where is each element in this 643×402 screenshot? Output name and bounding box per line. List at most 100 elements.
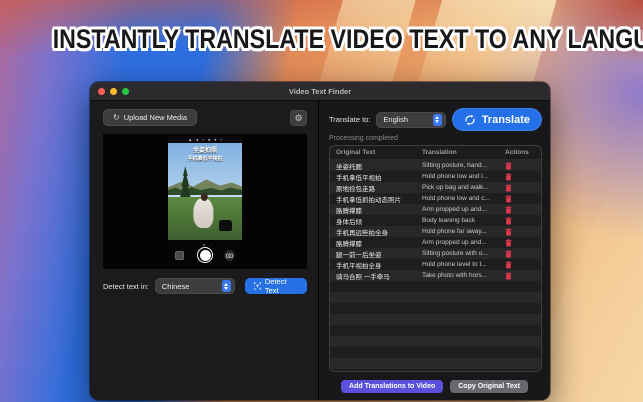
table-row[interactable]: 手机平视拍全身 Hold phone level to t...: [330, 259, 541, 270]
gallery-thumbnail: [175, 251, 184, 260]
table-row[interactable]: 腿一前一后坐姿 Sitting posture with o...: [330, 248, 541, 259]
translation-cell: Hold phone low and l...: [422, 173, 489, 180]
actions-cell: [505, 238, 535, 247]
video-preview[interactable]: ▲ ● ▪ ● ▾ ▪ 坐姿拍照 手机拿低平视拍 · ● ·: [168, 136, 242, 267]
media-panel: ↻ Upload New Media ⚙ ▲ ● ▪ ● ▾ ▪ 坐姿拍照 手机…: [90, 101, 319, 400]
camera-bag: [218, 220, 232, 232]
table-row[interactable]: 骑马合照 一手牵马 Take photo with hors...: [330, 270, 541, 281]
original-text-cell: 原地捡包走路: [336, 185, 375, 193]
translate-controls: Translate to: English Translate: [319, 101, 550, 131]
actions-cell: [505, 161, 535, 170]
original-text-cell: 腿一前一后坐姿: [336, 251, 382, 259]
original-text-cell: 胳膊撑膝: [336, 240, 362, 248]
table-row-empty: [330, 358, 541, 369]
table-row[interactable]: 胳膊撑膝 Arm propped up and...: [330, 204, 541, 215]
status-text: Processing completed: [329, 135, 398, 142]
upload-new-media-button[interactable]: ↻ Upload New Media: [103, 109, 198, 126]
col-original-text: Original Text: [336, 149, 376, 156]
original-text-cell: 骑马合照 一手牵马: [336, 273, 390, 281]
settings-button[interactable]: ⚙: [290, 109, 307, 126]
original-text-cell: 胳膊撑膝: [336, 207, 362, 215]
table-row-empty: [330, 303, 541, 314]
trash-icon[interactable]: [505, 260, 512, 269]
table-row[interactable]: 手机再远些拍全身 Hold phone far away...: [330, 226, 541, 237]
translations-table: Original Text Translation Actions 坐姿托腮 S…: [329, 145, 542, 372]
table-row[interactable]: 胳膊撑膝 Arm propped up and...: [330, 237, 541, 248]
table-rows: 坐姿托腮 Sitting posture, hand... 手机拿低平视拍 Ho…: [330, 160, 541, 371]
translation-panel: Translate to: English Translate Processi…: [319, 101, 550, 400]
trash-icon[interactable]: [505, 172, 512, 181]
trash-icon[interactable]: [505, 205, 512, 214]
table-row-empty: [330, 347, 541, 358]
col-actions: Actions: [505, 149, 529, 156]
updown-chevrons-icon: [432, 113, 442, 126]
camera-rotate-icon: [226, 253, 233, 258]
gear-icon: ⚙: [294, 112, 303, 123]
table-row-empty: [330, 336, 541, 347]
col-translation: Translation: [422, 149, 457, 156]
translation-cell: Arm propped up and...: [422, 239, 487, 246]
translate-language-value: English: [383, 115, 409, 124]
actions-cell: [505, 172, 535, 181]
detect-language-value: Chinese: [161, 281, 190, 291]
translation-cell: Hold phone far away...: [422, 228, 487, 235]
trash-icon[interactable]: [505, 238, 512, 247]
person-head: [200, 193, 208, 202]
trash-icon[interactable]: [505, 227, 512, 236]
translation-cell: Take photo with hors...: [422, 272, 488, 279]
actions-cell: [505, 249, 535, 258]
text-viewfinder-icon: [253, 282, 261, 290]
detect-text-button[interactable]: Detect Text: [244, 277, 307, 295]
translation-cell: Hold phone level to t...: [422, 261, 487, 268]
marketing-headline: INSTANTLY TRANSLATE VIDEO TEXT TO ANY LA…: [52, 24, 643, 54]
media-toolbar: ↻ Upload New Media ⚙: [90, 101, 318, 132]
actions-cell: [505, 271, 535, 280]
video-overlay-text: 坐姿拍照 手机拿低平视拍: [168, 148, 242, 162]
actions-cell: [505, 227, 535, 236]
trash-icon[interactable]: [505, 161, 512, 170]
translation-cell: Sitting posture, hand...: [422, 162, 488, 169]
translation-cell: Body leaning back: [422, 217, 476, 224]
window-title: Video Text Finder: [288, 86, 352, 96]
actions-cell: [505, 194, 535, 203]
table-row[interactable]: 手机拿低平视拍 Hold phone low and l...: [330, 171, 541, 182]
upload-refresh-icon: ↻: [113, 113, 120, 122]
seated-person: [193, 198, 214, 229]
overlay-line-2: 手机拿低平视拍: [187, 155, 223, 162]
trash-icon[interactable]: [505, 194, 512, 203]
table-row[interactable]: 坐姿托腮 Sitting posture, hand...: [330, 160, 541, 171]
trash-icon[interactable]: [505, 271, 512, 280]
camera-flip-button: [224, 250, 235, 261]
original-text-cell: 手机平视拍全身: [336, 262, 382, 270]
trash-icon[interactable]: [505, 249, 512, 258]
actions-cell: [505, 205, 535, 214]
actions-cell: [505, 260, 535, 269]
trash-icon[interactable]: [505, 216, 512, 225]
trash-icon[interactable]: [505, 183, 512, 192]
detect-controls: Detect text in: Chinese Detect Text: [90, 269, 318, 295]
copy-original-button[interactable]: Copy Original Text: [450, 379, 528, 393]
title-bar[interactable]: Video Text Finder: [90, 82, 550, 101]
original-text-cell: 坐姿托腮: [336, 163, 362, 171]
table-row[interactable]: 原地捡包走路 Pick up bag and walk...: [330, 182, 541, 193]
translate-button[interactable]: Translate: [451, 108, 542, 131]
detect-language-select[interactable]: Chinese: [154, 278, 235, 294]
translate-language-select[interactable]: English: [376, 111, 446, 128]
table-row-empty: [330, 369, 541, 371]
table-row-empty: [330, 292, 541, 303]
video-stage: ▲ ● ▪ ● ▾ ▪ 坐姿拍照 手机拿低平视拍 · ● ·: [103, 134, 307, 269]
detect-button-label: Detect Text: [264, 277, 287, 295]
table-row[interactable]: 身体后倾 Body leaning back: [330, 215, 541, 226]
table-row-empty: [330, 325, 541, 336]
actions-cell: [505, 183, 535, 192]
add-translations-button[interactable]: Add Translations to Video: [341, 379, 444, 393]
window-body: ↻ Upload New Media ⚙ ▲ ● ▪ ● ▾ ▪ 坐姿拍照 手机…: [90, 101, 550, 400]
actions-cell: [505, 216, 535, 225]
table-row[interactable]: 手机拿低抓拍动态照片 Hold phone low and c...: [330, 193, 541, 204]
translation-cell: Arm propped up and...: [422, 206, 487, 213]
translation-cell: Sitting posture with o...: [422, 250, 488, 257]
camera-controls: · ● ·: [168, 240, 242, 267]
detect-text-in-label: Detect text in:: [103, 281, 149, 291]
app-window: Video Text Finder ↻ Upload New Media ⚙ ▲…: [90, 82, 550, 400]
circular-arrows-icon: [465, 114, 475, 125]
